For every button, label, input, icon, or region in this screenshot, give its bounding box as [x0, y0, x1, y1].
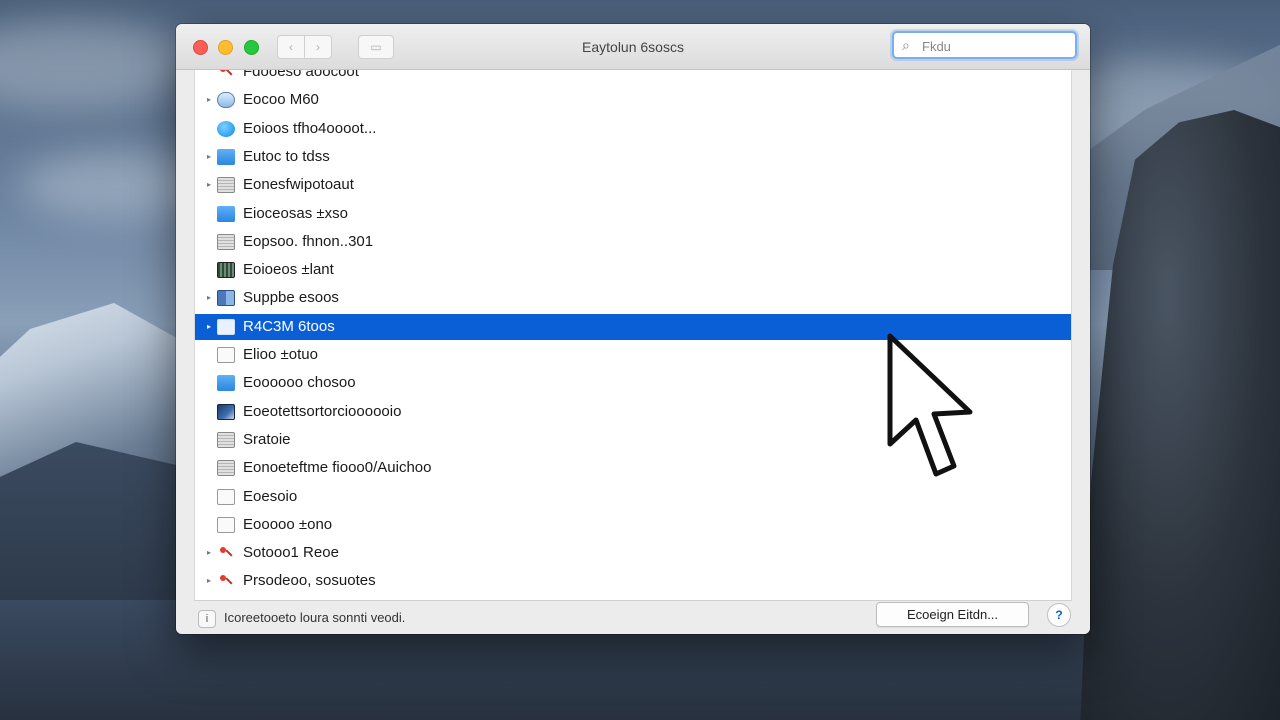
- list-item-label: Prsodeoo, sosuotes: [243, 572, 376, 590]
- chart-icon: [217, 403, 235, 420]
- list-item-label: Sotooo1 Reoe: [243, 544, 339, 562]
- list-item[interactable]: Eoioeos ±lant: [195, 257, 1071, 283]
- list-item-label: Eutoc to tdss: [243, 147, 330, 165]
- pencil-document-icon: [217, 347, 235, 363]
- list-item[interactable]: ▸ Prsodeoo, sosuotes: [195, 568, 1071, 594]
- disclosure-triangle-icon[interactable]: ▸: [203, 540, 215, 566]
- list-item[interactable]: ▸ Eonesfwipotoaut: [195, 172, 1071, 198]
- list-item-label: Eioceosas ±xso: [243, 204, 348, 222]
- blank-document-icon: [217, 488, 235, 505]
- info-button[interactable]: i: [198, 610, 216, 628]
- search-field[interactable]: ⌕: [892, 31, 1077, 59]
- list-item-label: Eoioeos ±lant: [243, 261, 334, 279]
- list-item-label: Eoioos tfho4oooot...: [243, 119, 377, 137]
- grey-document-icon: [217, 233, 235, 250]
- list-item[interactable]: ▸ Eutoc to tdss: [195, 144, 1071, 170]
- disclosure-triangle-icon[interactable]: ▸: [203, 568, 215, 594]
- bottom-bar: i Icoreetooeto loura sonnti veodi. Ecoei…: [176, 602, 1090, 634]
- list-item-label: Eonoeteftme fiooo0/Auichoo: [243, 459, 432, 477]
- list-item[interactable]: Eopsoo. fhnon..301: [195, 229, 1071, 255]
- list-item[interactable]: Eooooo ±ono: [195, 512, 1071, 538]
- list-item[interactable]: Eoesoio: [195, 484, 1071, 510]
- list-item[interactable]: ▸ Suppbe esoos: [195, 285, 1071, 311]
- list-item[interactable]: Eoioos tfho4oooot...: [195, 116, 1071, 142]
- blue-folder-icon: [217, 375, 235, 392]
- list-item-label: R4C3M 6toos: [243, 317, 335, 335]
- file-icon: [217, 318, 235, 335]
- blue-folder-icon: [217, 205, 235, 222]
- list-item-label: Sratoie: [243, 430, 291, 448]
- capsule-icon: [217, 92, 235, 109]
- document-icon: [217, 177, 235, 194]
- list-item-label: Eoesoio: [243, 487, 298, 505]
- list-item-label: Eoeotettsortorcioooooio: [243, 402, 402, 420]
- list-item[interactable]: ▸ Eocoo M60: [195, 87, 1071, 113]
- grey-document-icon: [217, 460, 235, 477]
- action-button[interactable]: Ecoeign Eitdn...: [876, 602, 1029, 627]
- red-dot-icon: [217, 70, 235, 80]
- search-icon: ⌕: [902, 37, 910, 53]
- disclosure-triangle-icon[interactable]: ▸: [203, 87, 215, 113]
- help-button[interactable]: ?: [1047, 603, 1071, 627]
- list-item[interactable]: ▸ Sotooo1 Reoe: [195, 540, 1071, 566]
- document-icon: [217, 431, 235, 448]
- mouse-pointer-icon: [887, 333, 973, 477]
- list-item-label: Eopsoo. fhnon..301: [243, 232, 374, 250]
- list-item-label: Elioo ±otuo: [243, 346, 318, 363]
- list-item-label: Fdooeso aoocoot: [243, 70, 359, 80]
- status-text: Icoreetooeto loura sonnti veodi.: [224, 610, 406, 625]
- list-item[interactable]: Eioceosas ±xso: [195, 201, 1071, 227]
- list-item-label: Suppbe esoos: [243, 289, 339, 307]
- list-item-label: Eonesfwipotoaut: [243, 176, 354, 194]
- disclosure-triangle-icon[interactable]: ▸: [203, 144, 215, 170]
- search-input[interactable]: [920, 36, 1074, 56]
- grid-icon: [217, 290, 235, 307]
- red-tool-icon: [217, 545, 235, 561]
- help-icon: ?: [1055, 608, 1063, 622]
- image-icon: [217, 262, 235, 279]
- list-item-label: Eoooooo chosoo: [243, 374, 356, 392]
- blank-document-icon: [217, 516, 235, 533]
- blue-folder-icon: [217, 148, 235, 165]
- list-item-label: Eooooo ±ono: [243, 515, 333, 533]
- title-bar[interactable]: ‹ › ▭ Eaytolun 6soscs ⌕: [176, 24, 1090, 70]
- red-tool-icon: [217, 573, 235, 589]
- finder-window: ‹ › ▭ Eaytolun 6soscs ⌕ Fdooeso aoocoot ▸…: [176, 24, 1090, 634]
- info-icon: i: [205, 613, 209, 625]
- disclosure-triangle-icon[interactable]: ▸: [203, 172, 215, 198]
- round-blue-icon: [217, 120, 235, 137]
- list-item[interactable]: Fdooeso aoocoot: [195, 70, 1071, 85]
- disclosure-triangle-icon[interactable]: ▸: [203, 285, 215, 311]
- disclosure-triangle-icon[interactable]: ▸: [203, 314, 215, 340]
- list-item-label: Eocoo M60: [243, 91, 319, 109]
